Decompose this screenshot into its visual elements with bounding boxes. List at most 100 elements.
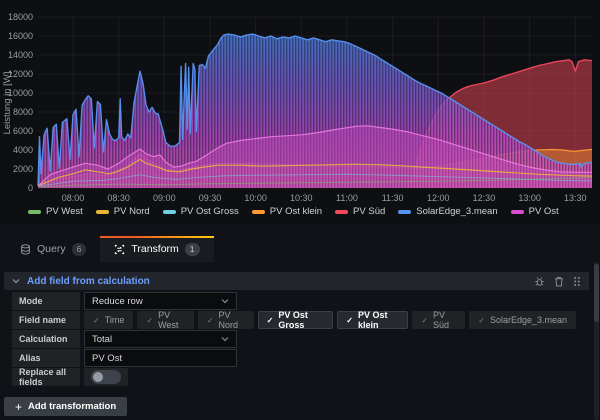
svg-text:4000: 4000: [13, 145, 33, 155]
check-icon: ✓: [421, 316, 428, 325]
field-chip[interactable]: ✓ Time: [84, 311, 133, 329]
alias-row: Alias: [12, 349, 580, 367]
tab-query-label: Query: [37, 243, 66, 255]
transform-editor: Add field from calculation: [0, 262, 600, 420]
svg-text:2000: 2000: [13, 164, 33, 174]
timeseries-chart: 0200040006000800010000120001400016000180…: [0, 0, 600, 204]
svg-text:8000: 8000: [13, 107, 33, 117]
field-name-row: Field name ✓Time✓PV West✓PV Nord✓PV Ost …: [12, 311, 580, 329]
field-chip-label: Time: [105, 315, 125, 325]
field-chip-label: PV West: [158, 310, 185, 330]
legend-label: PV Ost klein: [270, 206, 322, 217]
chevron-down-icon: [221, 335, 229, 343]
legend-item[interactable]: PV Nord: [96, 206, 150, 217]
tab-transform-label: Transform: [131, 243, 178, 255]
legend-marker: [335, 210, 348, 214]
svg-text:09:30: 09:30: [199, 193, 222, 203]
svg-text:18000: 18000: [8, 12, 33, 22]
legend-label: PV Ost Gross: [181, 206, 239, 217]
add-transformation-button[interactable]: + Add transformation: [4, 397, 127, 416]
legend-marker: [163, 210, 176, 214]
svg-text:08:00: 08:00: [62, 193, 85, 203]
svg-text:14000: 14000: [8, 50, 33, 60]
calculation-row: Calculation Total: [12, 330, 580, 348]
trash-icon[interactable]: [554, 276, 564, 287]
replace-all-fields-toggle[interactable]: [84, 368, 128, 386]
tab-query[interactable]: Query 6: [6, 236, 100, 262]
legend-item[interactable]: SolarEdge_3.mean: [398, 206, 497, 217]
mode-label: Mode: [12, 292, 80, 310]
transformation-options: Mode Reduce row Field name ✓ Time ✓ PV West…: [12, 292, 580, 387]
timeseries-panel: 0200040006000800010000120001400016000180…: [0, 0, 600, 224]
check-icon: ✓: [267, 316, 274, 325]
legend-marker: [511, 210, 524, 214]
tab-query-count: 6: [72, 243, 87, 256]
legend-item[interactable]: PV Ost: [511, 206, 559, 217]
legend-item[interactable]: PV Süd: [335, 206, 385, 217]
svg-text:09:00: 09:00: [153, 193, 176, 203]
check-icon: ✓: [478, 316, 485, 325]
svg-text:Leistung in [W]: Leistung in [W]: [2, 72, 13, 135]
svg-text:13:00: 13:00: [518, 193, 541, 203]
chart-legend: PV West PV Nord PV Ost Gross PV Ost klein PV…: [28, 206, 559, 217]
mode-row: Mode Reduce row: [12, 292, 580, 310]
legend-item[interactable]: PV West: [28, 206, 83, 217]
field-chip[interactable]: ✓ SolarEdge_3.mean: [469, 311, 576, 329]
database-icon: [20, 244, 31, 255]
toggle-knob: [93, 372, 103, 382]
field-chip[interactable]: ✓ PV West: [137, 311, 193, 329]
legend-label: SolarEdge_3.mean: [416, 206, 497, 217]
chevron-down-icon: [221, 297, 229, 305]
add-transformation-label: Add transformation: [28, 401, 116, 412]
svg-text:11:00: 11:00: [336, 193, 358, 203]
field-chip-label: PV Süd: [433, 310, 456, 330]
field-chip[interactable]: ✓PV Ost Gross: [258, 311, 334, 329]
legend-marker: [398, 210, 411, 214]
scrollbar-thumb[interactable]: [594, 264, 599, 322]
field-name-options: ✓Time✓PV West✓PV Nord✓PV Ost Gross✓PV Os…: [84, 311, 580, 329]
alias-label: Alias: [12, 349, 80, 367]
alias-input[interactable]: [84, 349, 237, 367]
replace-all-fields-row: Replace all fields: [12, 368, 580, 386]
legend-item[interactable]: PV Ost klein: [252, 206, 322, 217]
svg-text:11:30: 11:30: [382, 193, 404, 203]
scrollbar[interactable]: [594, 262, 599, 420]
svg-text:12:00: 12:00: [427, 193, 450, 203]
mode-select[interactable]: Reduce row: [84, 292, 237, 310]
calculation-select-value: Total: [92, 334, 112, 345]
field-chip[interactable]: ✓ PV Süd: [412, 311, 465, 329]
transformation-header: Add field from calculation: [4, 272, 589, 290]
svg-text:08:30: 08:30: [107, 193, 130, 203]
check-icon: ✓: [346, 316, 353, 325]
chevron-down-icon[interactable]: [12, 277, 20, 285]
legend-label: PV West: [46, 206, 83, 217]
calculation-label: Calculation: [12, 330, 80, 348]
field-chip-label: PV Ost klein: [358, 310, 399, 330]
svg-text:13:30: 13:30: [564, 193, 587, 203]
legend-label: PV Süd: [353, 206, 385, 217]
field-chip[interactable]: ✓ PV Ost klein: [337, 311, 408, 329]
svg-text:0: 0: [28, 183, 33, 193]
drag-handle-icon[interactable]: [573, 276, 581, 287]
editor-tabbar: Query 6 Transform 1: [0, 236, 600, 262]
tab-transform-count: 1: [185, 243, 200, 256]
calculation-select[interactable]: Total: [84, 330, 237, 348]
svg-text:10:00: 10:00: [244, 193, 267, 203]
check-icon: ✓: [146, 316, 153, 325]
legend-marker: [28, 210, 41, 214]
svg-text:10:30: 10:30: [290, 193, 313, 203]
legend-item[interactable]: PV Ost Gross: [163, 206, 239, 217]
check-icon: ✓: [93, 316, 100, 325]
legend-marker: [252, 210, 265, 214]
debug-icon[interactable]: [534, 276, 545, 287]
field-chip-label: SolarEdge_3.mean: [490, 315, 567, 325]
transformation-title[interactable]: Add field from calculation: [27, 276, 534, 287]
grafana-panel-editor: 0200040006000800010000120001400016000180…: [0, 0, 600, 420]
replace-all-fields-label: Replace all fields: [12, 368, 80, 386]
field-name-label: Field name: [12, 311, 80, 329]
legend-label: PV Ost: [529, 206, 559, 217]
svg-text:12:30: 12:30: [473, 193, 496, 203]
svg-text:16000: 16000: [8, 31, 33, 41]
tab-transform[interactable]: Transform 1: [100, 236, 213, 262]
field-chip[interactable]: ✓PV Nord: [198, 311, 254, 329]
